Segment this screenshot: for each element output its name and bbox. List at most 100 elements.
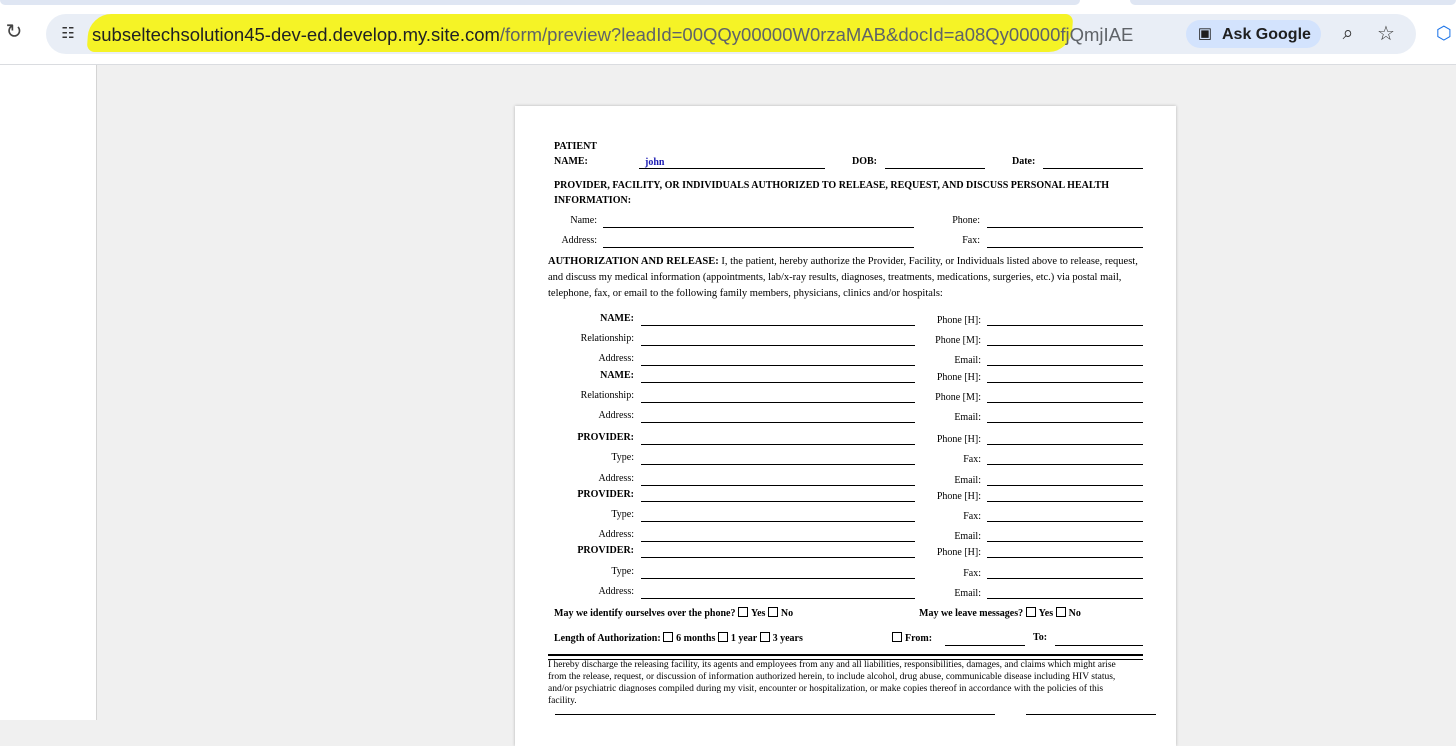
provider-fax-field[interactable] [987, 247, 1143, 248]
row-right-label: Fax: [963, 568, 981, 579]
row-left-label: NAME: [600, 313, 634, 324]
row-right-label: Fax: [963, 454, 981, 465]
row-left-field[interactable] [641, 382, 915, 383]
messages-no-checkbox[interactable] [1055, 607, 1066, 617]
provider-heading: PROVIDER, FACILITY, OR INDIVIDUALS AUTHO… [554, 180, 1110, 206]
dob-field[interactable] [885, 168, 985, 169]
row-right-field[interactable] [987, 541, 1143, 542]
from-row: From: [892, 632, 932, 644]
row-left-field[interactable] [641, 422, 915, 423]
messages-yes-checkbox[interactable] [1025, 607, 1036, 617]
row-left-field[interactable] [641, 557, 915, 558]
row-left-label: Address: [598, 410, 634, 421]
row-left-field[interactable] [641, 325, 915, 326]
extension-icon[interactable]: ⬡ [1436, 22, 1456, 44]
provider-phone-field[interactable] [987, 227, 1143, 228]
identify-no-label: No [780, 608, 794, 619]
provider-address-label: Address: [561, 235, 597, 246]
zoom-icon[interactable]: ⌕ [1336, 22, 1360, 46]
row-left-field[interactable] [641, 464, 915, 465]
to-field[interactable] [1055, 645, 1143, 646]
row-left-label: PROVIDER: [577, 432, 634, 443]
row-right-field[interactable] [987, 325, 1143, 326]
row-right-field[interactable] [987, 464, 1143, 465]
form-page: PATIENT NAME: john DOB: Date: PROVIDER, … [515, 106, 1176, 746]
row-right-field[interactable] [987, 345, 1143, 346]
provider-name-field[interactable] [603, 227, 914, 228]
row-left-label: Relationship: [580, 333, 634, 344]
row-right-field[interactable] [987, 557, 1143, 558]
row-left-field[interactable] [641, 541, 915, 542]
opt-3-years-checkbox[interactable] [759, 632, 770, 642]
row-right-label: Email: [954, 475, 981, 486]
from-checkbox[interactable] [892, 632, 902, 642]
identify-yes-checkbox[interactable] [737, 607, 748, 617]
messages-question: May we leave messages? [919, 608, 1024, 619]
row-left-label: Relationship: [580, 390, 634, 401]
row-left-field[interactable] [641, 598, 915, 599]
row-left-field[interactable] [641, 365, 915, 366]
provider-address-field[interactable] [603, 247, 914, 248]
row-left-label: PROVIDER: [577, 489, 634, 500]
identify-row: May we identify ourselves over the phone… [554, 607, 793, 619]
url-text[interactable]: subseltechsolution45-dev-ed.develop.my.s… [92, 14, 1133, 54]
reload-icon[interactable]: ↻ [4, 22, 24, 42]
row-left-label: Address: [598, 473, 634, 484]
row-right-field[interactable] [987, 382, 1143, 383]
authorization-paragraph: AUTHORIZATION AND RELEASE: I, the patien… [548, 254, 1148, 302]
row-left-label: Type: [611, 452, 634, 463]
row-left-field[interactable] [641, 578, 915, 579]
row-left-field[interactable] [641, 402, 915, 403]
signature-line[interactable] [555, 714, 995, 715]
url-host: subseltechsolution45-dev-ed.develop.my.s… [92, 24, 500, 45]
row-right-label: Email: [954, 531, 981, 542]
row-left-label: Type: [611, 509, 634, 520]
row-right-label: Phone [H]: [936, 491, 981, 502]
to-label: To: [1033, 632, 1048, 643]
site-info-icon[interactable]: ☷ [56, 22, 80, 46]
date-field[interactable] [1043, 168, 1143, 169]
row-left-field[interactable] [641, 345, 915, 346]
date-label: Date: [1012, 156, 1036, 167]
row-right-field[interactable] [987, 444, 1143, 445]
from-field[interactable] [945, 645, 1025, 646]
provider-phone-label: Phone: [952, 215, 980, 226]
row-right-label: Email: [954, 588, 981, 599]
opt-1-year-checkbox[interactable] [717, 632, 728, 642]
identify-no-checkbox[interactable] [767, 607, 778, 617]
row-right-label: Fax: [963, 511, 981, 522]
provider-name-label: Name: [570, 215, 597, 226]
row-left-field[interactable] [641, 485, 915, 486]
patient-name-line [639, 168, 825, 169]
row-left-label: Address: [598, 586, 634, 597]
url-path: /form/preview?leadId=00QQy00000W0rzaMAB&… [499, 24, 1134, 45]
row-right-label: Phone [H]: [936, 547, 981, 558]
identify-yes-label: Yes [750, 608, 766, 619]
row-right-field[interactable] [987, 485, 1143, 486]
row-right-field[interactable] [987, 365, 1143, 366]
row-right-label: Phone [M]: [935, 335, 981, 346]
opt-1-year-label: 1 year [730, 633, 758, 644]
patient-name-value[interactable]: john [645, 157, 664, 168]
row-right-field[interactable] [987, 578, 1143, 579]
ask-google-button[interactable]: ▣ Ask Google [1186, 20, 1321, 48]
row-left-label: Address: [598, 529, 634, 540]
opt-6-months-checkbox[interactable] [663, 632, 674, 642]
row-right-field[interactable] [987, 501, 1143, 502]
row-left-field[interactable] [641, 444, 915, 445]
row-left-label: PROVIDER: [577, 545, 634, 556]
row-left-field[interactable] [641, 521, 915, 522]
star-icon[interactable]: ☆ [1374, 22, 1398, 46]
opt-3-years-label: 3 years [772, 633, 803, 644]
messages-yes-label: Yes [1038, 608, 1054, 619]
row-right-field[interactable] [987, 402, 1143, 403]
row-right-field[interactable] [987, 598, 1143, 599]
row-right-label: Phone [H]: [936, 372, 981, 383]
row-right-field[interactable] [987, 422, 1143, 423]
row-right-field[interactable] [987, 521, 1143, 522]
row-right-label: Email: [954, 355, 981, 366]
signature-date-line[interactable] [1026, 714, 1156, 715]
patient-name-label: NAME: [554, 156, 588, 167]
row-left-field[interactable] [641, 501, 915, 502]
opt-6-months-label: 6 months [676, 633, 716, 644]
